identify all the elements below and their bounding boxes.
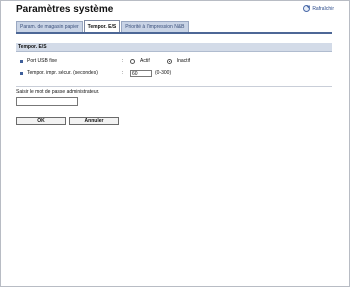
secure-print-timeout-row: Tempor. impr. sécur. (secondes) : 60 (0-…	[16, 69, 332, 78]
tab-bar: Param. de magasin papier Tempor. E/S Pri…	[16, 20, 189, 32]
row-colon: :	[122, 70, 124, 76]
radio-active[interactable]	[130, 59, 135, 64]
bullet-icon	[20, 72, 23, 75]
section-divider	[16, 86, 332, 87]
secure-print-timeout-label: Tempor. impr. sécur. (secondes)	[27, 70, 98, 76]
section-header: Tempor. E/S	[16, 43, 332, 52]
admin-password-label: Saisir le mot de passe administrateur.	[16, 89, 100, 95]
refresh-link[interactable]: Rafraîchir	[303, 5, 334, 12]
radio-inactive-label: Inactif	[176, 58, 191, 64]
system-settings-page: Paramètres système Rafraîchir Param. de …	[0, 0, 350, 287]
row-colon: :	[122, 58, 124, 64]
usb-fixed-port-row: Port USB fixe : Actif Inactif	[16, 57, 332, 66]
radio-inactive[interactable]	[166, 59, 172, 64]
tab-underline	[16, 32, 332, 34]
radio-active-label: Actif	[140, 58, 150, 64]
timeout-seconds-input[interactable]: 60	[130, 70, 152, 77]
tab-paper-tray-settings[interactable]: Param. de magasin papier	[16, 21, 83, 32]
bullet-icon	[20, 60, 23, 63]
refresh-label: Rafraîchir	[312, 5, 334, 12]
timeout-range-hint: (0-300)	[155, 70, 172, 76]
tab-io-timeout[interactable]: Tempor. E/S	[83, 20, 121, 32]
page-title: Paramètres système	[16, 4, 114, 15]
usb-fixed-port-label: Port USB fixe	[27, 58, 58, 64]
tab-bw-print-priority[interactable]: Priorité à l'impression N&B	[121, 21, 189, 32]
refresh-icon	[303, 5, 311, 12]
cancel-button[interactable]: Annuler	[69, 117, 119, 125]
usb-port-radio-group: Actif Inactif	[130, 57, 204, 66]
ok-button[interactable]: OK	[16, 117, 66, 125]
admin-password-input[interactable]	[16, 97, 78, 106]
